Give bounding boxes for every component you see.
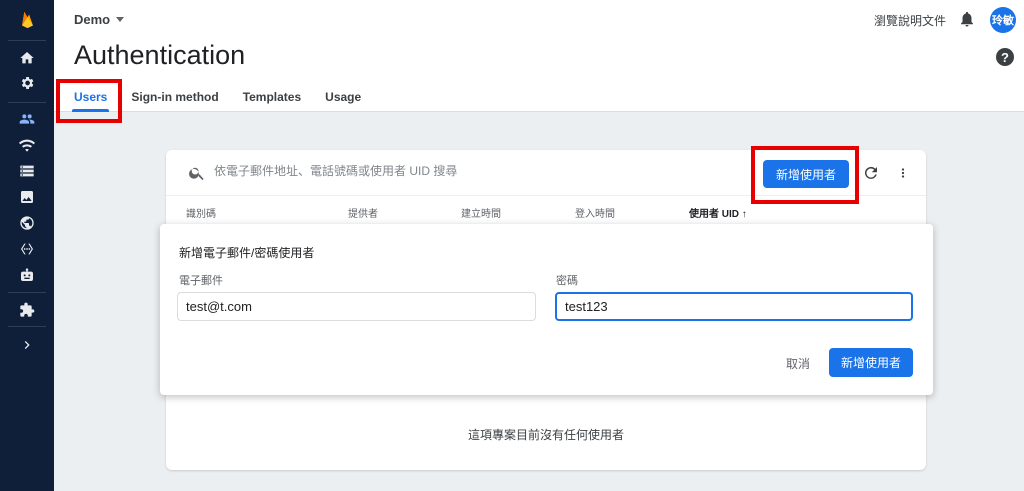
search-icon [189,167,204,181]
storage-icon[interactable] [0,158,54,184]
add-user-dialog: 新增電子郵件/密碼使用者 電子郵件 密碼 取消 新增使用者 [160,224,933,395]
functions-icon[interactable] [0,236,54,262]
tab-sign-in-method[interactable]: Sign-in method [119,82,230,112]
gear-icon[interactable] [0,70,54,96]
page-title: Authentication [74,40,246,70]
extensions-icon[interactable] [0,297,54,323]
help-icon[interactable]: ? [996,48,1014,66]
expand-chevron-icon[interactable] [0,332,54,358]
caret-down-icon [116,17,125,22]
bell-icon[interactable] [958,10,976,28]
avatar[interactable]: 玲敏 [990,7,1016,33]
search-input[interactable] [214,164,614,178]
column-header-user-uid[interactable]: 使用者 UID ↑ [689,205,747,220]
docs-link[interactable]: 瀏覽說明文件 [874,12,946,29]
home-icon[interactable] [0,45,54,71]
email-label: 電子郵件 [179,275,223,287]
submit-add-user-button[interactable]: 新增使用者 [829,348,913,377]
firebase-logo-icon[interactable] [0,8,54,32]
column-header-created[interactable]: 建立時間 [461,205,501,220]
globe-icon[interactable] [0,210,54,236]
images-icon[interactable] [0,184,54,210]
users-tab-highlight-box [56,79,122,123]
refresh-icon[interactable] [862,164,880,182]
tab-templates[interactable]: Templates [231,82,313,112]
project-selector[interactable]: Demo [74,12,125,27]
ml-robot-icon[interactable] [0,262,54,288]
password-field[interactable] [555,292,913,321]
column-header-provider[interactable]: 提供者 [348,205,378,220]
email-field[interactable] [177,292,536,321]
column-header-signed-in[interactable]: 登入時間 [575,205,615,220]
cancel-button[interactable]: 取消 [772,350,824,376]
password-label: 密碼 [556,275,578,287]
add-user-highlight-box [751,146,859,204]
tab-usage[interactable]: Usage [313,82,373,112]
column-header-identifier[interactable]: 識別碼 [186,205,216,220]
sidebar [0,0,54,491]
more-vert-icon[interactable] [896,164,910,182]
realtime-db-icon[interactable] [0,132,54,158]
project-name: Demo [74,12,111,27]
empty-state-message: 這項專案目前沒有任何使用者 [467,428,624,442]
users-icon[interactable] [0,106,54,132]
top-bar: Demo Authentication 瀏覽說明文件 玲敏 ? Users Si… [54,0,1024,112]
dialog-title: 新增電子郵件/密碼使用者 [179,246,315,260]
